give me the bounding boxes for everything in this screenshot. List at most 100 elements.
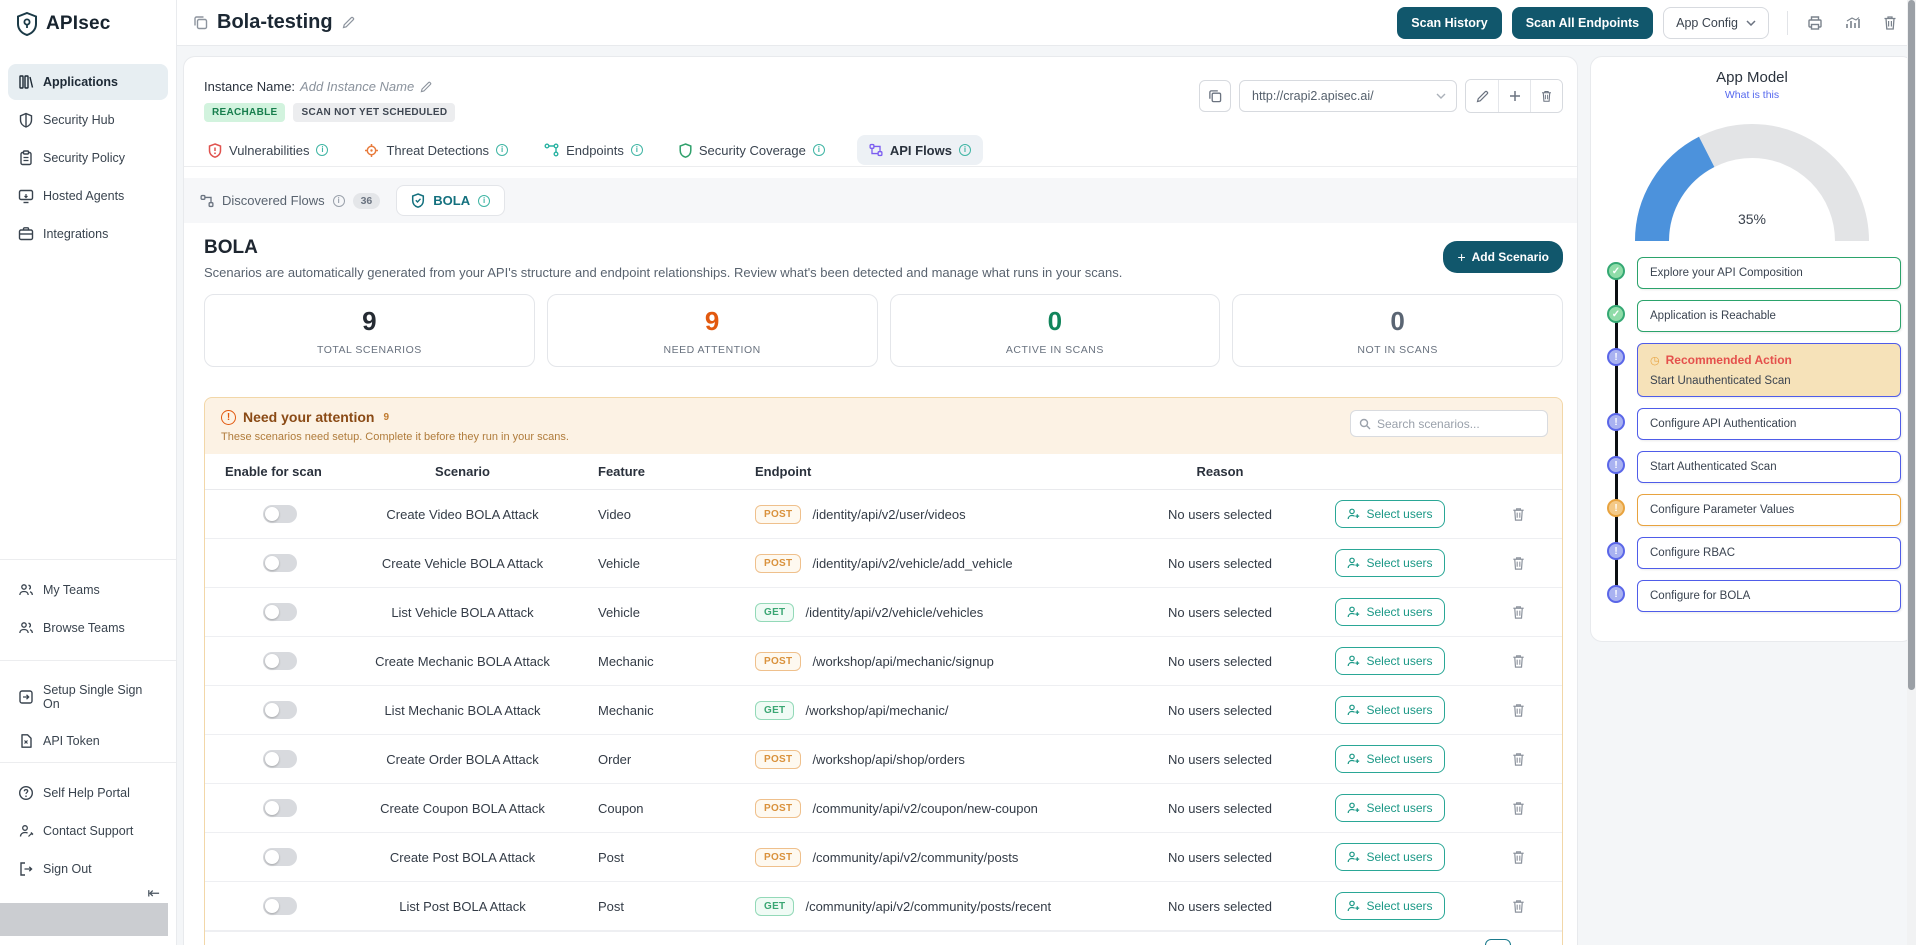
app-model-step[interactable]: ✓ Application is Reachable xyxy=(1607,300,1901,332)
select-users-button[interactable]: Select users xyxy=(1335,500,1444,528)
select-users-button[interactable]: Select users xyxy=(1335,794,1444,822)
delete-scenario-icon[interactable] xyxy=(1511,702,1526,718)
select-users-label: Select users xyxy=(1366,752,1432,766)
select-users-button[interactable]: Select users xyxy=(1335,647,1444,675)
tab-api-flows[interactable]: API Flows i xyxy=(857,135,983,165)
copy-icon[interactable] xyxy=(193,15,208,30)
enable-scan-toggle[interactable] xyxy=(263,750,297,768)
app-model-step[interactable]: ! Configure RBAC xyxy=(1607,537,1901,569)
edit-url-button[interactable] xyxy=(1466,80,1498,112)
delete-scenario-icon[interactable] xyxy=(1511,751,1526,767)
page-body: Instance Name: Add Instance Name REACHAB… xyxy=(177,46,1916,945)
scenario-name: Create Mechanic BOLA Attack xyxy=(355,654,570,669)
subtab-discovered-flows[interactable]: Discovered Flows i 36 xyxy=(200,193,380,209)
enable-scan-toggle[interactable] xyxy=(263,799,297,817)
scan-history-button[interactable]: Scan History xyxy=(1397,7,1501,39)
subtab-bola[interactable]: BOLA i xyxy=(396,185,505,216)
info-icon[interactable]: i xyxy=(959,144,971,156)
search-input[interactable] xyxy=(1377,417,1539,431)
scenario-search[interactable] xyxy=(1350,410,1548,437)
sidebar-item-contact-support[interactable]: Contact Support xyxy=(8,813,168,849)
tab-vulnerabilities[interactable]: Vulnerabilities i xyxy=(204,135,332,165)
info-icon[interactable]: i xyxy=(813,144,825,156)
delete-scenario-icon[interactable] xyxy=(1511,604,1526,620)
enable-scan-toggle[interactable] xyxy=(263,554,297,572)
sidebar-item-browse-teams[interactable]: Browse Teams xyxy=(8,610,168,646)
app-model-step[interactable]: ! Configure Parameter Values xyxy=(1607,494,1901,526)
tab-endpoints[interactable]: Endpoints i xyxy=(540,135,647,165)
sidebar-collapse-icon[interactable]: ⇤ xyxy=(147,884,160,902)
sidebar-item-api-token[interactable]: API Token xyxy=(8,723,168,759)
recommended-action-header: ◷ Recommended Action xyxy=(1650,353,1888,367)
add-url-button[interactable] xyxy=(1498,80,1530,112)
attention-count: 9 xyxy=(383,412,389,423)
printer-icon[interactable] xyxy=(1806,14,1824,32)
select-users-button[interactable]: Select users xyxy=(1335,696,1444,724)
sidebar-item-security-hub[interactable]: Security Hub xyxy=(8,102,168,138)
app-config-dropdown[interactable]: App Config xyxy=(1663,7,1769,39)
edit-pencil-icon[interactable] xyxy=(342,16,355,29)
analytics-chart-icon[interactable] xyxy=(1844,14,1862,32)
enable-scan-toggle[interactable] xyxy=(263,652,297,670)
enable-scan-toggle[interactable] xyxy=(263,603,297,621)
sidebar-item-security-policy[interactable]: Security Policy xyxy=(8,140,168,176)
delete-url-button[interactable] xyxy=(1530,80,1562,112)
stat-label: TOTAL SCENARIOS xyxy=(317,344,422,356)
delete-scenario-icon[interactable] xyxy=(1511,555,1526,571)
enable-scan-toggle[interactable] xyxy=(263,505,297,523)
scenario-name: Create Coupon BOLA Attack xyxy=(355,801,570,816)
edit-pencil-icon[interactable] xyxy=(420,81,432,93)
app-model-step[interactable]: ! Configure for BOLA xyxy=(1607,580,1901,612)
sidebar-item-setup-sso[interactable]: Setup Single Sign On xyxy=(8,673,168,721)
page-number[interactable]: 1 xyxy=(1485,939,1511,945)
info-icon[interactable]: i xyxy=(316,144,328,156)
person-plus-icon xyxy=(1347,851,1360,863)
info-icon[interactable]: i xyxy=(496,144,508,156)
info-icon[interactable]: i xyxy=(478,195,490,207)
select-users-button[interactable]: Select users xyxy=(1335,892,1444,920)
sidebar-item-applications[interactable]: Applications xyxy=(8,64,168,100)
info-icon[interactable]: i xyxy=(631,144,643,156)
scan-all-endpoints-button[interactable]: Scan All Endpoints xyxy=(1512,7,1653,39)
reason-text: No users selected xyxy=(1135,899,1305,914)
enable-scan-toggle[interactable] xyxy=(263,701,297,719)
endpoint-path: /community/api/v2/coupon/new-coupon xyxy=(812,801,1037,816)
select-users-button[interactable]: Select users xyxy=(1335,549,1444,577)
step-status-icon: ! xyxy=(1607,542,1625,560)
sidebar-item-label: Contact Support xyxy=(43,824,133,838)
enable-scan-toggle[interactable] xyxy=(263,897,297,915)
add-scenario-button[interactable]: + Add Scenario xyxy=(1443,241,1563,273)
app-model-step[interactable]: ! Configure API Authentication xyxy=(1607,408,1901,440)
need-attention-panel: ! Need your attention 9 These scenarios … xyxy=(204,397,1563,945)
vertical-scrollbar[interactable] xyxy=(1907,0,1916,945)
step-label: Start Authenticated Scan xyxy=(1650,461,1888,473)
delete-scenario-icon[interactable] xyxy=(1511,849,1526,865)
tab-security-coverage[interactable]: Security Coverage i xyxy=(675,135,829,165)
select-users-button[interactable]: Select users xyxy=(1335,598,1444,626)
scrollbar-thumb[interactable] xyxy=(1908,0,1915,690)
what-is-this-link[interactable]: What is this xyxy=(1603,89,1901,101)
delete-scenario-icon[interactable] xyxy=(1511,898,1526,914)
sidebar-item-hosted-agents[interactable]: Hosted Agents xyxy=(8,178,168,214)
instance-url-select[interactable]: http://crapi2.apisec.ai/ xyxy=(1239,80,1457,112)
sidebar-item-my-teams[interactable]: My Teams xyxy=(8,572,168,608)
info-icon[interactable]: i xyxy=(333,195,345,207)
app-model-step[interactable]: ✓ Explore your API Composition xyxy=(1607,257,1901,289)
tab-threat-detections[interactable]: Threat Detections i xyxy=(360,135,512,165)
app-model-step[interactable]: ! ◷ Recommended Action Start Unauthentic… xyxy=(1607,343,1901,397)
instance-name-placeholder[interactable]: Add Instance Name xyxy=(300,79,414,94)
delete-scenario-icon[interactable] xyxy=(1511,800,1526,816)
select-users-button[interactable]: Select users xyxy=(1335,745,1444,773)
trash-icon[interactable] xyxy=(1882,14,1898,31)
person-plus-icon xyxy=(1347,557,1360,569)
arrow-box-icon xyxy=(18,689,34,705)
app-model-step[interactable]: ! Start Authenticated Scan xyxy=(1607,451,1901,483)
delete-scenario-icon[interactable] xyxy=(1511,506,1526,522)
select-users-button[interactable]: Select users xyxy=(1335,843,1444,871)
sidebar-item-self-help[interactable]: Self Help Portal xyxy=(8,775,168,811)
enable-scan-toggle[interactable] xyxy=(263,848,297,866)
sidebar-item-integrations[interactable]: Integrations xyxy=(8,216,168,252)
copy-url-button[interactable] xyxy=(1199,80,1231,112)
sidebar-item-sign-out[interactable]: Sign Out xyxy=(8,851,168,887)
delete-scenario-icon[interactable] xyxy=(1511,653,1526,669)
